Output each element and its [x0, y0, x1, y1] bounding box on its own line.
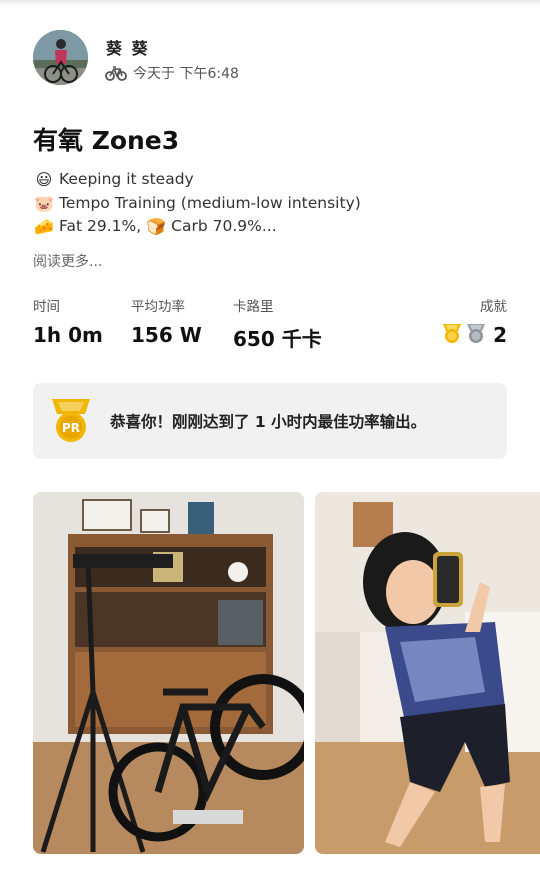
stat-value: 156 W [131, 323, 202, 347]
stat-avg-power: 平均功率 156 W [131, 295, 202, 347]
activity-description: 😃 Keeping it steady 🐷 Tempo Training (me… [33, 168, 503, 239]
activity-header: 葵 葵 今天于 下午6:48 [33, 30, 513, 88]
activity-title: 有氧 Zone3 [33, 126, 180, 155]
pig-emoji-icon: 🐷 [34, 193, 54, 213]
description-line: 🐷 Tempo Training (medium-low intensity) [33, 192, 503, 216]
stats-row: 时间 1h 0m 平均功率 156 W 卡路里 650 千卡 成就 2 [33, 295, 507, 355]
description-text: Fat 29.1%, [59, 217, 142, 235]
read-more-link[interactable]: 阅读更多... [33, 251, 102, 271]
achievements-count: 2 [493, 323, 507, 347]
stat-label: 成就 [480, 299, 507, 315]
stat-calories: 卡路里 650 千卡 [233, 295, 322, 352]
activity-timestamp: 今天于 下午6:48 [133, 66, 239, 82]
stat-value: 1h 0m [33, 323, 103, 347]
description-line: 🧀 Fat 29.1%, 🍞 Carb 70.9%... [33, 215, 503, 239]
athlete-name[interactable]: 葵 葵 [106, 35, 150, 59]
stat-value: 650 千卡 [233, 327, 322, 351]
smile-emoji-icon: 😃 [35, 170, 53, 189]
bread-emoji-icon: 🍞 [146, 217, 167, 236]
stat-time: 时间 1h 0m [33, 295, 103, 347]
silver-medal-icon [465, 322, 487, 348]
pr-card[interactable]: PR 恭喜你！刚刚达到了 1 小时内最佳功率输出。 [33, 383, 507, 459]
gold-medal-icon [441, 322, 463, 348]
stat-label: 卡路里 [233, 299, 274, 315]
achievements-row: 2 [441, 322, 507, 348]
stat-label: 时间 [33, 299, 60, 315]
avatar[interactable] [33, 30, 88, 85]
stat-label: 平均功率 [131, 299, 185, 315]
pr-badge-icon: PR [50, 397, 92, 445]
cheese-emoji-icon: 🧀 [34, 217, 54, 236]
bike-icon [105, 65, 127, 81]
activity-photo[interactable] [315, 492, 540, 854]
pr-message: 恭喜你！刚刚达到了 1 小时内最佳功率输出。 [110, 413, 427, 431]
stat-achievements[interactable]: 成就 2 [441, 295, 507, 348]
svg-text:PR: PR [62, 421, 80, 435]
description-text: Keeping it steady [59, 170, 194, 188]
activity-meta: 今天于 下午6:48 [105, 63, 239, 83]
activity-photo[interactable] [33, 492, 304, 854]
description-line: 😃 Keeping it steady [33, 168, 503, 192]
description-text: Tempo Training (medium-low intensity) [59, 193, 361, 212]
top-divider [0, 0, 540, 6]
description-text: Carb 70.9%... [171, 217, 277, 235]
